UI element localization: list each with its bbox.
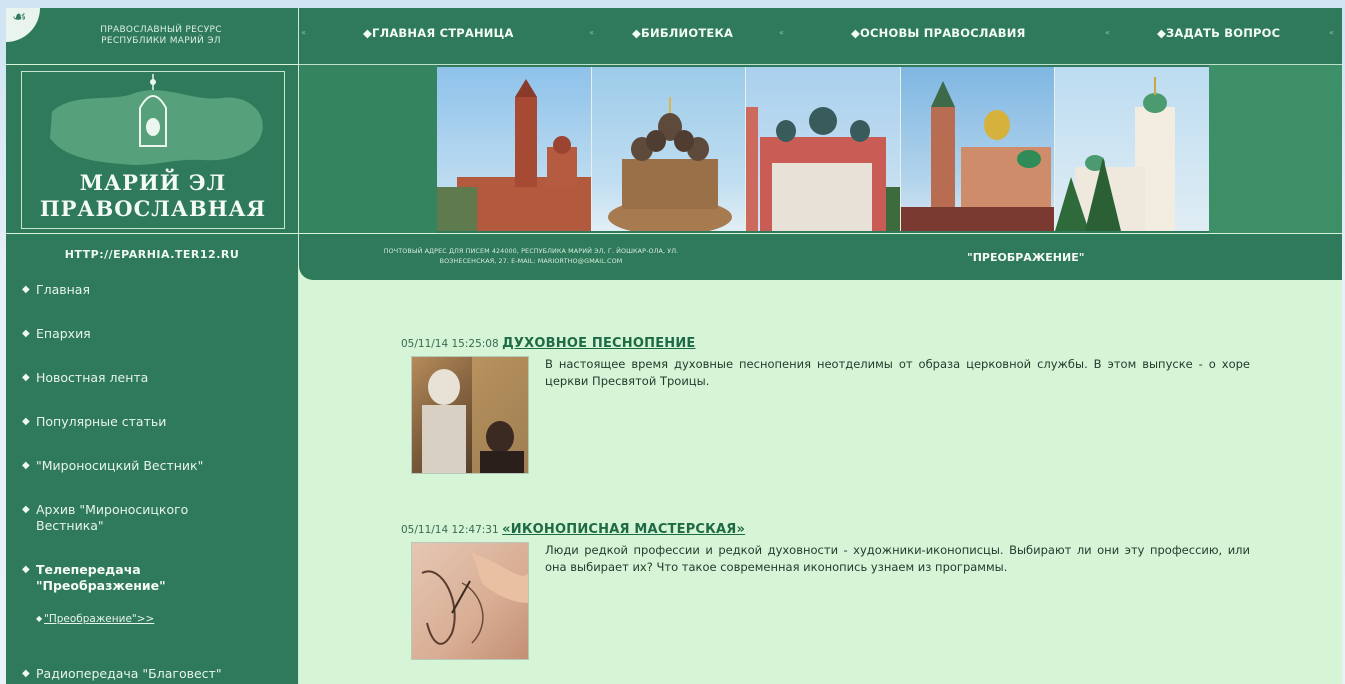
article-thumbnail[interactable] — [411, 542, 529, 660]
brand-text: ПРАВОСЛАВНЫЙ РЕСУРС РЕСПУБЛИКИ МАРИЙ ЭЛ — [100, 25, 222, 46]
nav-separator: « — [301, 28, 306, 37]
sidebar-item-label: "Мироносицкий Вестник" — [36, 458, 204, 473]
article-title-link[interactable]: «ИКОНОПИСНАЯ МАСТЕРСКАЯ» — [502, 522, 745, 537]
sidebar-item-eparchy[interactable]: ◆ Епархия — [22, 326, 91, 342]
sidebar-item-label: Епархия — [36, 326, 91, 341]
site-logo[interactable]: МАРИЙ ЭЛ ПРАВОСЛАВНАЯ — [6, 65, 299, 233]
church-photo-3 — [746, 67, 901, 231]
sidebar-item-popular[interactable]: ◆ Популярные статьи — [22, 414, 167, 430]
nav-separator: « — [1329, 28, 1334, 37]
article-date: 05/11/14 15:25:08 — [401, 338, 499, 350]
bullet-diamond-icon: ◆ — [22, 564, 30, 575]
nav-library[interactable]: ◆БИБЛИОТЕКА — [632, 26, 733, 40]
article: 05/11/14 15:25:08 ДУХОВНОЕ ПЕСНОПЕНИЕ В … — [401, 336, 1261, 486]
bullet-diamond-icon: ◆ — [22, 504, 30, 515]
article-thumbnail[interactable] — [411, 356, 529, 474]
banner-left-panel — [299, 65, 437, 233]
article-summary: В настоящее время духовные песнопения не… — [545, 357, 1250, 388]
bullet-small-icon: ◆ — [36, 614, 43, 623]
logo-frame: МАРИЙ ЭЛ ПРАВОСЛАВНАЯ — [21, 71, 285, 229]
logo-title: МАРИЙ ЭЛ ПРАВОСЛАВНАЯ — [22, 170, 284, 222]
sidebar-item-label: Телепередача "Преобразжение" — [36, 562, 166, 593]
logo-line-2: ПРАВОСЛАВНАЯ — [39, 196, 267, 221]
address-line-1: ПОЧТОВЫЙ АДРЕС ДЛЯ ПИСЕМ 424000, РЕСПУБЛ… — [383, 247, 679, 255]
church-photo-2 — [591, 67, 747, 231]
article-date: 05/11/14 12:47:31 — [401, 524, 499, 536]
church-photos — [437, 67, 1209, 231]
article-summary: Люди редкой профессии и редкой духовност… — [545, 543, 1250, 574]
sidebar-item-vestnik[interactable]: ◆ "Мироносицкий Вестник" — [22, 458, 204, 474]
nav-orthodoxy-basics[interactable]: ◆ОСНОВЫ ПРАВОСЛАВИЯ — [851, 26, 1026, 40]
sidebar-item-tv-program[interactable]: ◆ Телепередача "Преобразжение" — [22, 562, 236, 594]
sidebar-subitem-preobrazhenie[interactable]: ◆ "Преображение">> — [36, 613, 155, 625]
sidebar-item-label: Новостная лента — [36, 370, 149, 385]
bullet-diamond-icon: ◆ — [22, 328, 30, 339]
bullet-diamond-icon: ◆ — [22, 372, 30, 383]
sidebar: ◆ Главная ◆ Епархия ◆ Новостная лента ◆ … — [6, 276, 299, 684]
sidebar-item-label: Радиопередача "Благовест" — [36, 666, 222, 681]
site-brand: ☙ ПРАВОСЛАВНЫЙ РЕСУРС РЕСПУБЛИКИ МАРИЙ Э… — [6, 8, 299, 64]
church-photo-4 — [900, 67, 1056, 231]
sidebar-subitem-label: "Преображение">> — [44, 613, 155, 625]
sidebar-item-label: Главная — [36, 282, 90, 297]
sidebar-item-home[interactable]: ◆ Главная — [22, 282, 90, 298]
corner-swirl-icon: ☙ — [6, 8, 40, 42]
nav-separator: « — [1105, 28, 1110, 37]
page: ☙ ПРАВОСЛАВНЫЙ РЕСУРС РЕСПУБЛИКИ МАРИЙ Э… — [6, 8, 1342, 684]
section-title: "ПРЕОБРАЖЕНИЕ" — [967, 251, 1085, 264]
church-photo-1 — [437, 67, 592, 231]
address-line-2: ВОЗНЕСЕНСКАЯ, 27. E-MAIL: MARIORTHO@GMAI… — [439, 257, 623, 265]
top-nav: « ◆ГЛАВНАЯ СТРАНИЦА « ◆БИБЛИОТЕКА « ◆ОСН… — [299, 8, 1342, 65]
sidebar-item-news-feed[interactable]: ◆ Новостная лента — [22, 370, 149, 386]
bullet-diamond-icon: ◆ — [22, 668, 30, 679]
sidebar-item-label: Популярные статьи — [36, 414, 167, 429]
church-photo-5 — [1055, 67, 1209, 231]
sidebar-item-vestnik-archive[interactable]: ◆ Архив "Мироносицкого Вестника" — [22, 502, 236, 534]
nav-separator: « — [589, 28, 594, 37]
site-url[interactable]: HTTP://EPARHIA.TER12.RU — [6, 234, 299, 276]
nav-separator: « — [779, 28, 784, 37]
article: 05/11/14 12:47:31 «ИКОНОПИСНАЯ МАСТЕРСКА… — [401, 522, 1261, 672]
bullet-diamond-icon: ◆ — [22, 416, 30, 427]
bullet-diamond-icon: ◆ — [22, 460, 30, 471]
article-title-link[interactable]: ДУХОВНОЕ ПЕСНОПЕНИЕ — [502, 336, 695, 351]
address-bar: ПОЧТОВЫЙ АДРЕС ДЛЯ ПИСЕМ 424000, РЕСПУБЛ… — [299, 234, 1342, 280]
sidebar-item-label: Архив "Мироносицкого Вестника" — [36, 502, 189, 533]
article-header: 05/11/14 15:25:08 ДУХОВНОЕ ПЕСНОПЕНИЕ — [401, 336, 1261, 351]
article-header: 05/11/14 12:47:31 «ИКОНОПИСНАЯ МАСТЕРСКА… — [401, 522, 1261, 537]
postal-address: ПОЧТОВЫЙ АДРЕС ДЛЯ ПИСЕМ 424000, РЕСПУБЛ… — [321, 246, 741, 266]
nav-ask-question[interactable]: ◆ЗАДАТЬ ВОПРОС — [1157, 26, 1280, 40]
nav-home[interactable]: ◆ГЛАВНАЯ СТРАНИЦА — [363, 26, 514, 40]
main-content: 05/11/14 15:25:08 ДУХОВНОЕ ПЕСНОПЕНИЕ В … — [299, 280, 1342, 684]
banner-right-panel — [1209, 65, 1342, 233]
bullet-diamond-icon: ◆ — [22, 284, 30, 295]
photo-banner — [299, 65, 1342, 233]
sidebar-item-radio-program[interactable]: ◆ Радиопередача "Благовест" — [22, 666, 222, 682]
logo-line-1: МАРИЙ ЭЛ — [79, 170, 227, 195]
